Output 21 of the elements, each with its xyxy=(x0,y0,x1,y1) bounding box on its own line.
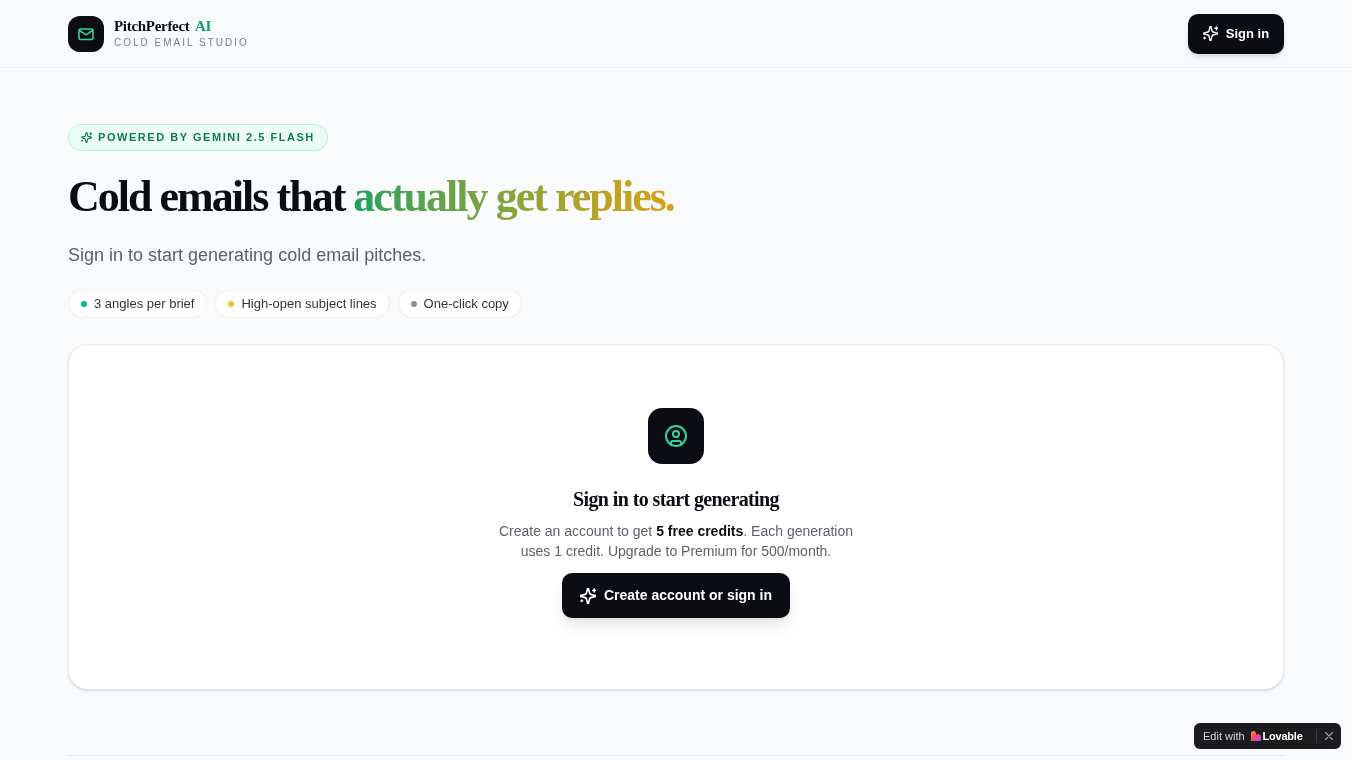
brand-tagline: COLD EMAIL STUDIO xyxy=(114,36,249,50)
hero-subtitle: Sign in to start generating cold email pitches. xyxy=(68,244,428,267)
card-description: Create an account to get 5 free credits. Each generation uses 1 credit. Upgrade to Premium for 500/month. xyxy=(497,522,855,561)
sign-in-button[interactable]: Sign in xyxy=(1188,13,1284,54)
create-account-button[interactable]: Create account or sign in xyxy=(562,573,790,618)
card-title: Sign in to start generating xyxy=(573,487,779,512)
hero-headline: Cold emails that actually get replies. xyxy=(68,167,1284,227)
heart-logo-icon xyxy=(1250,731,1261,741)
feature-label: 3 angles per brief xyxy=(94,294,195,313)
brand-name: PitchPerfect AI xyxy=(114,17,213,35)
feature-label: One-click copy xyxy=(423,294,509,313)
feature-label: High-open subject lines xyxy=(241,294,377,313)
lovable-brand: Lovable xyxy=(1262,728,1303,744)
sparkles-icon xyxy=(579,587,596,604)
sparkles-icon xyxy=(81,132,92,143)
mail-logo-icon xyxy=(68,15,104,52)
edit-with-label: Edit with xyxy=(1203,728,1245,744)
close-icon[interactable] xyxy=(1325,732,1333,740)
edit-with-badge[interactable]: Edit with Lovable xyxy=(1194,723,1341,749)
powered-by-badge: POWERED BY GEMINI 2.5 FLASH xyxy=(68,124,328,151)
sparkles-icon xyxy=(1202,26,1218,41)
